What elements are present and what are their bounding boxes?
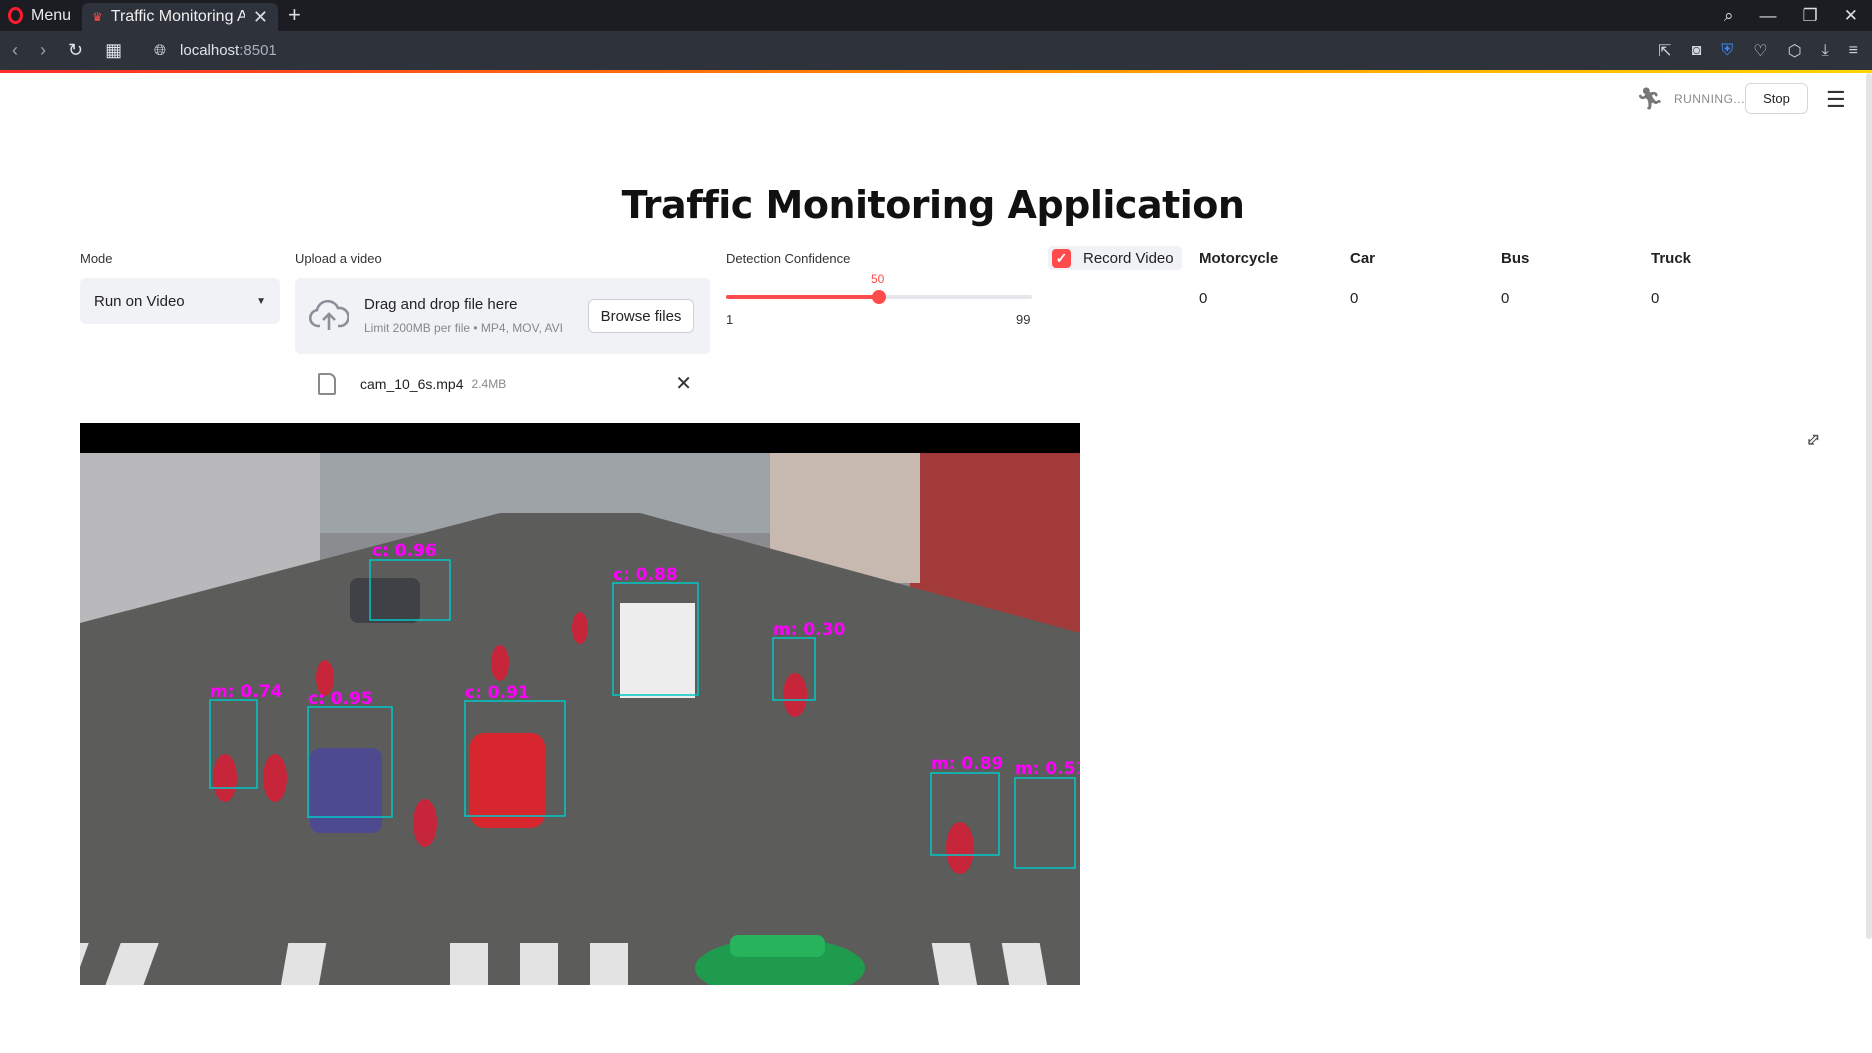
record-video-checkbox[interactable]: ✓ Record Video [1048, 246, 1182, 270]
detection-label: c: 0.96 [372, 541, 437, 561]
mode-select[interactable]: Run on Video ▼ [80, 278, 280, 324]
file-icon [318, 373, 336, 395]
tabs-grid-icon[interactable]: ▦ [105, 40, 122, 61]
easy-setup-icon[interactable]: ≡ [1849, 42, 1858, 60]
mode-label: Mode [80, 251, 113, 266]
bus-count-value: 0 [1501, 290, 1510, 307]
confidence-value: 50 [871, 272, 885, 286]
checkbox-checked-icon[interactable]: ✓ [1052, 248, 1071, 268]
slider-max: 99 [1016, 312, 1031, 327]
page-title: Traffic Monitoring Application [621, 183, 1245, 227]
running-man-icon: 🏃︎ [1636, 86, 1664, 111]
box-icon[interactable]: ⬡ [1788, 41, 1802, 61]
search-tabs-icon[interactable]: ⌕ [1724, 6, 1734, 26]
motorcycle-count-value: 0 [1199, 290, 1208, 307]
url-field[interactable]: 🌐︎ localhost:8501 [154, 31, 277, 70]
streamlit-running-stripe [0, 70, 1872, 73]
reload-icon[interactable]: ↻ [68, 40, 83, 61]
slider-fill [726, 295, 879, 299]
camera-icon[interactable]: ◙ [1692, 42, 1702, 60]
detection-label: m: 0.89 [931, 754, 1003, 774]
extension-icons: ⇱ ◙ ⛨ ♡ ⬡ ⤓ ≡ [1658, 31, 1858, 70]
detection-label: c: 0.88 [613, 565, 678, 585]
detection-label: m: 0.51 [1015, 759, 1080, 779]
close-tab-icon[interactable]: ✕ [253, 7, 268, 28]
browser-tab-bar: Menu ♛ Traffic Monitoring Ap ✕ + ⌕ — ❐ ✕ [0, 0, 1872, 31]
detection-label: m: 0.74 [210, 682, 283, 702]
car-count-label: Car [1350, 250, 1376, 267]
running-status: 🏃︎ RUNNING... [1636, 84, 1745, 114]
detection-label: c: 0.95 [308, 689, 373, 709]
chevron-down-icon: ▼ [256, 295, 266, 307]
address-bar: ‹ › ↻ ▦ 🌐︎ localhost:8501 ⇱ ◙ ⛨ ♡ ⬡ ⤓ ≡ [0, 31, 1872, 70]
uploaded-file-row: cam_10_6s.mp4 2.4MB ✕ [318, 370, 698, 398]
forward-icon[interactable]: › [40, 40, 46, 61]
bus-count-label: Bus [1501, 250, 1530, 267]
globe-icon: 🌐︎ [154, 42, 167, 59]
truck-count-value: 0 [1651, 290, 1660, 307]
browser-tab-active[interactable]: ♛ Traffic Monitoring Ap ✕ [82, 3, 278, 31]
back-icon[interactable]: ‹ [12, 40, 18, 61]
minimize-icon[interactable]: — [1760, 6, 1777, 26]
file-dropzone[interactable]: Drag and drop file here Limit 200MB per … [295, 278, 710, 354]
confidence-slider[interactable] [726, 290, 1032, 304]
upload-label: Upload a video [295, 251, 382, 266]
stop-button[interactable]: Stop [1745, 83, 1808, 114]
confidence-label: Detection Confidence [726, 251, 851, 266]
browser-menu-label: Menu [31, 6, 72, 24]
mode-selected-value: Run on Video [94, 292, 185, 310]
streamlit-favicon-icon: ♛ [92, 10, 103, 24]
slider-thumb[interactable] [872, 290, 886, 304]
running-text: RUNNING... [1673, 92, 1745, 106]
heart-icon[interactable]: ♡ [1753, 41, 1767, 61]
download-icon[interactable]: ⤓ [1822, 42, 1829, 60]
dropzone-limit: Limit 200MB per file • MP4, MOV, AVI [364, 321, 563, 335]
close-window-icon[interactable]: ✕ [1844, 6, 1858, 26]
page-scrollbar[interactable] [1866, 73, 1872, 939]
record-video-label: Record Video [1083, 249, 1174, 267]
main-menu-icon[interactable]: ☰ [1826, 87, 1846, 113]
share-icon[interactable]: ⇱ [1658, 41, 1671, 61]
opera-logo-icon [8, 7, 23, 24]
uploaded-file-name: cam_10_6s.mp4 [360, 376, 464, 392]
url-host: localhost [180, 42, 240, 59]
browse-files-button[interactable]: Browse files [588, 299, 694, 333]
motorcycle-count-label: Motorcycle [1199, 250, 1279, 267]
remove-file-icon[interactable]: ✕ [675, 371, 692, 396]
car-count-value: 0 [1350, 290, 1359, 307]
restore-icon[interactable]: ❐ [1803, 6, 1818, 26]
fullscreen-expand-icon[interactable]: ⇕ [1800, 428, 1825, 454]
adblock-shield-icon[interactable]: ⛨ [1721, 42, 1733, 60]
window-controls: ⌕ — ❐ ✕ [1724, 0, 1858, 31]
nav-buttons: ‹ › ↻ ▦ [12, 31, 122, 70]
slider-min: 1 [726, 312, 734, 327]
new-tab-icon[interactable]: + [288, 2, 301, 28]
truck-count-label: Truck [1651, 250, 1692, 267]
traffic-scene-image: c: 0.96 c: 0.88 m: 0.30 m: 0.74 c: 0.95 … [80, 423, 1080, 985]
detection-label: c: 0.91 [465, 683, 530, 703]
detection-label: m: 0.30 [773, 620, 846, 640]
uploaded-file-size: 2.4MB [471, 377, 507, 391]
tab-title: Traffic Monitoring Ap [110, 8, 245, 25]
url-port: :8501 [239, 42, 277, 59]
video-frame: c: 0.96 c: 0.88 m: 0.30 m: 0.74 c: 0.95 … [80, 423, 1080, 985]
dropzone-title: Drag and drop file here [364, 296, 518, 313]
browser-menu-button[interactable]: Menu [8, 0, 71, 31]
cloud-upload-icon [309, 299, 349, 330]
